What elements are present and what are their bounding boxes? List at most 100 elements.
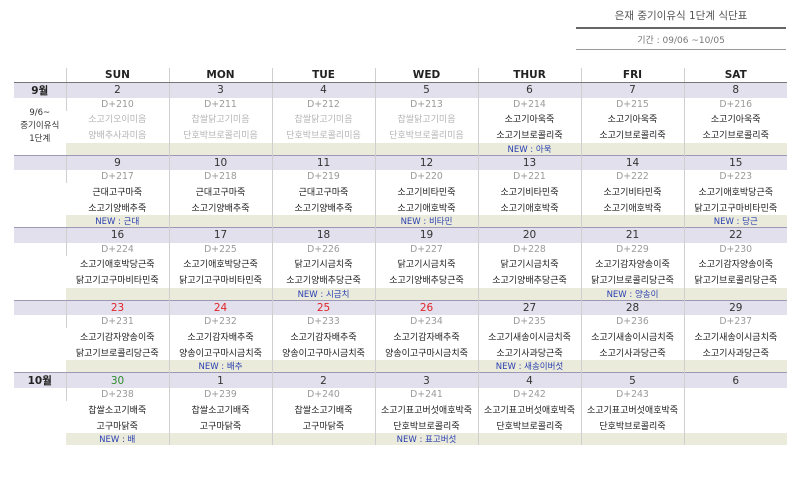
new-food-note	[271, 142, 375, 155]
date-number: 10	[213, 156, 228, 169]
date-cell: 2	[65, 81, 169, 98]
weekday-header-row: SUN MON TUE WED THUR FRI SAT	[14, 68, 787, 83]
date-row: 10월 30 1 2 3 4 5 6	[14, 372, 787, 388]
meal-item-1: 소고기아욱죽	[580, 110, 684, 127]
date-number: 6	[732, 374, 740, 387]
new-food-note-row: NEW : 배 NEW : 표고버섯	[14, 433, 787, 445]
new-food-note	[374, 360, 478, 373]
date-cell: 7	[580, 81, 684, 98]
dday-label: D+230	[683, 242, 787, 256]
week-side-cell	[14, 170, 66, 228]
meal-item-1: 찹쌀소고기배죽	[88, 405, 147, 416]
new-food-note	[580, 215, 684, 228]
date-cell: 12	[374, 154, 478, 170]
new-food-note	[580, 433, 684, 445]
meal-item-1: 소고기감자배추죽	[168, 328, 272, 344]
meal-item-1: 찹쌀소고기배죽	[271, 401, 375, 417]
meal-item-1: 소고기표고버섯애호박죽	[580, 401, 684, 417]
meal-item-1: 소고기애호박당근죽	[79, 260, 155, 270]
date-row: 9월 2 3 4 5 6 7 8	[14, 81, 787, 98]
new-food-text: NEW : 아욱	[507, 144, 552, 155]
page-title: 은재 중기이유식 1단계 식단표	[576, 6, 786, 29]
meal-item-1: 소고기감자배추죽	[374, 328, 478, 344]
dday-label: D+232	[168, 315, 272, 328]
dday-label: D+235	[477, 315, 581, 328]
meal-item-2: 단호박브로콜리미음	[271, 126, 375, 143]
date-number: 16	[110, 229, 125, 242]
new-food-note: NEW : 시금치	[271, 287, 375, 300]
meal-item-1: 소고기감자양송이죽	[683, 255, 787, 272]
date-number: 1	[217, 374, 224, 387]
new-food-note	[683, 287, 787, 300]
dday-label: D+239	[168, 388, 272, 401]
date-number: 5	[423, 84, 430, 96]
meal-item-2: 양송이고구마시금치죽	[168, 344, 272, 360]
new-food-note	[168, 142, 272, 155]
weekday-header: TUE	[271, 68, 375, 83]
meal-item-1: 찹쌀닭고기미음	[374, 110, 478, 127]
meal-item-2	[683, 417, 787, 433]
meal-item-2: 소고기애호박죽	[477, 199, 581, 215]
new-food-note	[168, 433, 272, 445]
new-food-note	[66, 287, 169, 300]
date-cell: 6	[683, 372, 787, 388]
date-number: 30	[110, 374, 125, 387]
new-food-note: NEW : 비타민	[374, 215, 478, 228]
date-number: 11	[316, 156, 331, 169]
meal-item-2: 양송이고구마시금치죽	[271, 344, 375, 360]
weekday-header: SUN	[65, 68, 169, 83]
new-food-text: NEW : 양송이	[606, 289, 659, 300]
date-number: 15	[729, 156, 743, 169]
new-food-note: NEW : 당근	[683, 215, 787, 228]
new-food-note	[271, 215, 375, 228]
date-number: 27	[522, 301, 537, 314]
meal-item-1: 소고기새송이시금치죽	[477, 328, 581, 344]
meal-item-1: 소고기표고버섯애호박죽	[374, 401, 478, 417]
date-cell: 27	[477, 299, 581, 315]
meal-item-1: 찹쌀닭고기미음	[271, 110, 375, 127]
dday-label: D+221	[477, 170, 581, 183]
new-food-text: NEW : 비타민	[400, 217, 453, 227]
meal-item-1: 찹쌀닭고기미음	[168, 110, 272, 127]
new-food-note: NEW : 아욱	[477, 142, 581, 155]
date-cell: 3	[374, 372, 478, 388]
date-cell: 21	[580, 227, 684, 243]
meal-item-2: 닭고기브로콜리당근죽	[580, 271, 684, 288]
stage-side-label: 9/6~ 중기이유식 1단계	[14, 107, 66, 146]
date-cell: 11	[271, 154, 375, 170]
new-food-note	[580, 360, 684, 373]
new-food-note	[683, 433, 787, 445]
new-food-text: NEW : 당근	[713, 217, 758, 227]
dday-label-row: D+224 D+225 D+226 D+227 D+228 D+229 D+230	[14, 242, 787, 300]
new-food-note	[477, 215, 581, 228]
dday-label: D+241	[374, 388, 478, 401]
meal-item-1: 소고기감자배추죽	[271, 328, 375, 344]
month-label: 10월	[14, 372, 66, 388]
meal-item-2: 닭고기고구마비타민죽	[168, 271, 272, 288]
new-food-note: NEW : 배추	[168, 360, 272, 373]
date-row: 9 10 11 12 13 14 15	[14, 154, 787, 170]
date-cell: 9	[65, 154, 169, 170]
dday-label	[683, 388, 787, 401]
date-cell: 1	[168, 372, 272, 388]
date-number: 17	[213, 229, 228, 242]
new-food-note	[66, 360, 169, 373]
date-cell: 8	[683, 81, 787, 98]
meal-item-1: 소고기감자양송이죽	[79, 332, 155, 343]
date-number: 23	[110, 301, 125, 314]
date-number: 4	[526, 374, 533, 387]
date-cell: 30	[65, 372, 169, 388]
meal-item-1: 소고기비타민죽	[477, 183, 581, 199]
new-food-text: NEW : 새송이버섯	[495, 362, 564, 372]
new-food-note-row: NEW : 아욱	[14, 142, 787, 155]
dday-label: D+236	[580, 315, 684, 328]
new-food-note	[66, 142, 169, 155]
new-food-note	[374, 142, 478, 155]
stage-side-label-line: 9/6~	[29, 107, 51, 118]
stage-side-label-line: 중기이유식	[20, 120, 60, 131]
meal-item-2-row: 닭고기브로콜리당근죽 양송이고구마시금치죽 양송이고구마시금치죽 양송이고구마시금치죽…	[14, 344, 787, 360]
date-cell: 5	[580, 372, 684, 388]
date-cell: 18	[271, 227, 375, 243]
date-number: 12	[419, 156, 434, 169]
new-food-note	[168, 287, 272, 300]
